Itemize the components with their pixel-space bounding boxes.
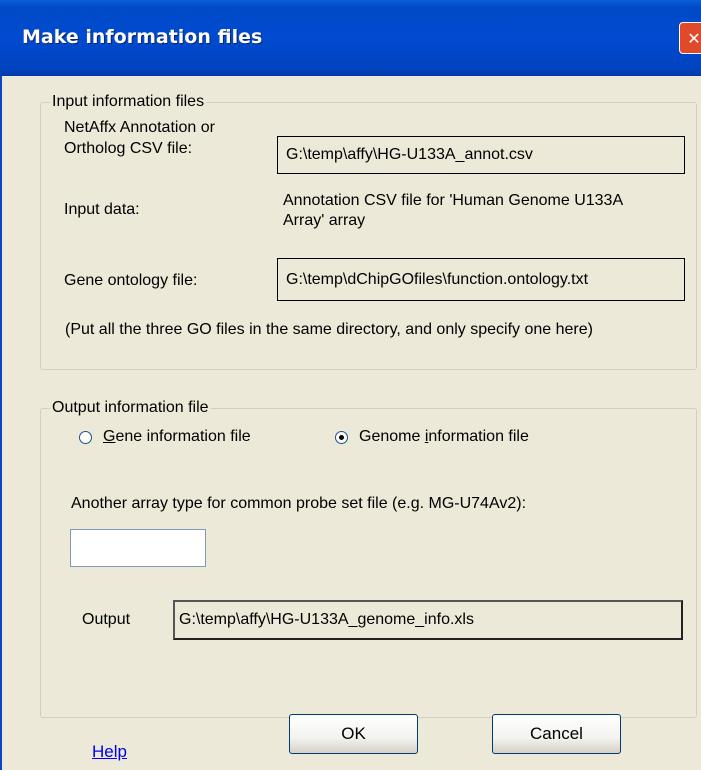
help-link[interactable]: Help xyxy=(92,742,127,762)
input-files-legend: Input information files xyxy=(52,93,205,110)
radio-gene-label: Gene information file xyxy=(103,428,251,446)
common-array-label: Another array type for common probe set … xyxy=(71,495,527,512)
output-label: Output xyxy=(82,611,131,628)
go-files-note: (Put all the three GO files in the same … xyxy=(65,321,593,338)
ok-button[interactable]: OK xyxy=(289,714,418,754)
close-button[interactable]: ✕ xyxy=(679,22,701,54)
ontology-label: Gene ontology file: xyxy=(64,272,198,289)
close-icon: ✕ xyxy=(687,28,701,48)
radio-genome-information[interactable]: Genome information file xyxy=(335,428,543,446)
radio-gene-mnemonic: G xyxy=(103,428,116,445)
input-data-label: Input data: xyxy=(64,201,140,218)
radio-gene-circle[interactable] xyxy=(79,430,92,444)
annotation-label: NetAffx Annotation or Ortholog CSV file: xyxy=(64,118,264,158)
annotation-file-field[interactable]: G:\temp\affy\HG-U133A_annot.csv xyxy=(277,136,685,174)
input-data-value: Annotation CSV file for 'Human Genome U1… xyxy=(283,191,693,230)
radio-genome-label-rest: nformation file xyxy=(428,428,529,445)
window-title: Make information files xyxy=(22,26,263,48)
output-file-legend: Output information file xyxy=(52,399,209,416)
annotation-label-line1: NetAffx Annotation or xyxy=(64,119,215,136)
radio-genome-circle[interactable] xyxy=(335,430,348,444)
radio-genome-label-pre: Genome xyxy=(359,428,425,445)
common-array-input[interactable] xyxy=(70,529,206,567)
dialog-body: Input information files NetAffx Annotati… xyxy=(0,76,701,770)
radio-gene-label-rest: ene information file xyxy=(115,428,251,445)
output-file-field[interactable]: G:\temp\affy\HG-U133A_genome_info.xls xyxy=(173,600,683,640)
ontology-file-field[interactable]: G:\temp\dChipGOfiles\function.ontology.t… xyxy=(277,258,685,301)
radio-gene-information[interactable]: Gene information file xyxy=(79,428,251,446)
input-data-value-line2: Array' array xyxy=(283,212,366,229)
radio-genome-label: Genome information file xyxy=(359,428,529,446)
title-bar: Make information files ✕ xyxy=(0,0,701,76)
annotation-label-line2: Ortholog CSV file: xyxy=(64,140,193,157)
input-data-value-line1: Annotation CSV file for 'Human Genome U1… xyxy=(283,192,624,209)
cancel-button[interactable]: Cancel xyxy=(492,714,621,754)
